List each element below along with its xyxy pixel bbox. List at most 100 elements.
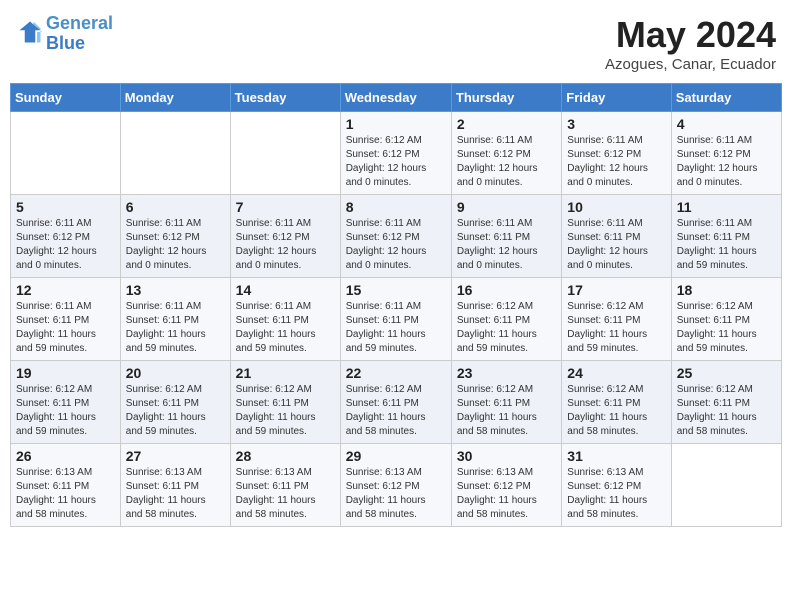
week-row-0: 1Sunrise: 6:12 AM Sunset: 6:12 PM Daylig… bbox=[11, 112, 782, 195]
day-number: 28 bbox=[236, 448, 335, 464]
day-number: 16 bbox=[457, 282, 556, 298]
day-info: Sunrise: 6:12 AM Sunset: 6:11 PM Dayligh… bbox=[677, 383, 776, 439]
calendar-cell: 31Sunrise: 6:13 AM Sunset: 6:12 PM Dayli… bbox=[562, 444, 671, 527]
day-number: 13 bbox=[126, 282, 225, 298]
day-info: Sunrise: 6:11 AM Sunset: 6:11 PM Dayligh… bbox=[677, 217, 776, 273]
weekday-sunday: Sunday bbox=[11, 84, 121, 112]
weekday-wednesday: Wednesday bbox=[340, 84, 451, 112]
location: Azogues, Canar, Ecuador bbox=[605, 56, 776, 73]
calendar-cell: 21 Sunrise: 6:12 AM Sunset: 6:11 PM Dayli… bbox=[230, 361, 340, 444]
day-info: Sunrise: 6:12 AM Sunset: 6:11 PM Dayligh… bbox=[126, 383, 225, 439]
day-info: Sunrise: 6:11 AM Sunset: 6:11 PM Dayligh… bbox=[236, 300, 335, 356]
day-info: Sunrise: 6:12 AM Sunset: 6:11 PM Dayligh… bbox=[457, 300, 556, 356]
weekday-saturday: Saturday bbox=[671, 84, 781, 112]
day-info: Sunrise: 6:11 AM Sunset: 6:12 PM Dayligh… bbox=[457, 134, 556, 190]
calendar-cell: 12 Sunrise: 6:11 AM Sunset: 6:11 PM Dayli… bbox=[11, 278, 121, 361]
calendar-table: SundayMondayTuesdayWednesdayThursdayFrid… bbox=[10, 83, 782, 527]
day-number: 5 bbox=[16, 199, 115, 215]
calendar-cell: 3 Sunrise: 6:11 AM Sunset: 6:12 PM Daylig… bbox=[562, 112, 671, 195]
calendar-cell: 28 Sunrise: 6:13 AM Sunset: 6:11 PM Dayli… bbox=[230, 444, 340, 527]
calendar-cell bbox=[120, 112, 230, 195]
day-info: Sunrise: 6:11 AM Sunset: 6:11 PM Dayligh… bbox=[457, 217, 556, 273]
day-number: 24 bbox=[567, 365, 665, 381]
calendar-cell: 26 Sunrise: 6:13 AM Sunset: 6:11 PM Dayli… bbox=[11, 444, 121, 527]
day-number: 20 bbox=[126, 365, 225, 381]
calendar-cell: 13 Sunrise: 6:11 AM Sunset: 6:11 PM Dayli… bbox=[120, 278, 230, 361]
calendar-cell: 17 Sunrise: 6:12 AM Sunset: 6:11 PM Dayli… bbox=[562, 278, 671, 361]
logo-text: GeneralBlue bbox=[46, 14, 113, 54]
day-info: Sunrise: 6:13 AM Sunset: 6:12 PM Dayligh… bbox=[567, 466, 665, 522]
logo: GeneralBlue bbox=[16, 14, 113, 54]
day-number: 19 bbox=[16, 365, 115, 381]
day-info: Sunrise: 6:11 AM Sunset: 6:11 PM Dayligh… bbox=[567, 217, 665, 273]
day-number: 21 bbox=[236, 365, 335, 381]
weekday-friday: Friday bbox=[562, 84, 671, 112]
logo-icon bbox=[16, 18, 44, 46]
day-info: Sunrise: 6:12 AM Sunset: 6:11 PM Dayligh… bbox=[677, 300, 776, 356]
calendar-cell: 9 Sunrise: 6:11 AM Sunset: 6:11 PM Daylig… bbox=[451, 195, 561, 278]
day-info: Sunrise: 6:11 AM Sunset: 6:12 PM Dayligh… bbox=[126, 217, 225, 273]
calendar-cell: 27 Sunrise: 6:13 AM Sunset: 6:11 PM Dayli… bbox=[120, 444, 230, 527]
day-info: Sunrise: 6:12 AM Sunset: 6:11 PM Dayligh… bbox=[567, 300, 665, 356]
calendar-cell: 15 Sunrise: 6:11 AM Sunset: 6:11 PM Dayli… bbox=[340, 278, 451, 361]
day-number: 26 bbox=[16, 448, 115, 464]
calendar-cell: 29 Sunrise: 6:13 AM Sunset: 6:12 PM Dayli… bbox=[340, 444, 451, 527]
day-number: 4 bbox=[677, 116, 776, 132]
day-info: Sunrise: 6:12 AM Sunset: 6:11 PM Dayligh… bbox=[567, 383, 665, 439]
day-info: Sunrise: 6:12 AM Sunset: 6:11 PM Dayligh… bbox=[457, 383, 556, 439]
day-info: Sunrise: 6:11 AM Sunset: 6:11 PM Dayligh… bbox=[16, 300, 115, 356]
day-info: Sunrise: 6:11 AM Sunset: 6:12 PM Dayligh… bbox=[346, 217, 446, 273]
calendar-cell: 18 Sunrise: 6:12 AM Sunset: 6:11 PM Dayli… bbox=[671, 278, 781, 361]
weekday-monday: Monday bbox=[120, 84, 230, 112]
day-info: Sunrise: 6:12 AM Sunset: 6:11 PM Dayligh… bbox=[236, 383, 335, 439]
calendar-cell: 24 Sunrise: 6:12 AM Sunset: 6:11 PM Dayli… bbox=[562, 361, 671, 444]
day-info: Sunrise: 6:13 AM Sunset: 6:11 PM Dayligh… bbox=[236, 466, 335, 522]
calendar-cell: 20 Sunrise: 6:12 AM Sunset: 6:11 PM Dayli… bbox=[120, 361, 230, 444]
calendar-cell bbox=[11, 112, 121, 195]
calendar-cell: 7Sunrise: 6:11 AM Sunset: 6:12 PM Daylig… bbox=[230, 195, 340, 278]
day-number: 2 bbox=[457, 116, 556, 132]
day-number: 9 bbox=[457, 199, 556, 215]
weekday-thursday: Thursday bbox=[451, 84, 561, 112]
calendar-cell: 16 Sunrise: 6:12 AM Sunset: 6:11 PM Dayli… bbox=[451, 278, 561, 361]
day-info: Sunrise: 6:13 AM Sunset: 6:12 PM Dayligh… bbox=[346, 466, 446, 522]
day-number: 15 bbox=[346, 282, 446, 298]
day-number: 1 bbox=[346, 116, 446, 132]
day-info: Sunrise: 6:11 AM Sunset: 6:12 PM Dayligh… bbox=[677, 134, 776, 190]
calendar-cell: 14 Sunrise: 6:11 AM Sunset: 6:11 PM Dayli… bbox=[230, 278, 340, 361]
day-number: 8 bbox=[346, 199, 446, 215]
day-info: Sunrise: 6:12 AM Sunset: 6:11 PM Dayligh… bbox=[16, 383, 115, 439]
day-info: Sunrise: 6:11 AM Sunset: 6:12 PM Dayligh… bbox=[567, 134, 665, 190]
month-title: May 2024 bbox=[605, 14, 776, 56]
calendar-cell: 2 Sunrise: 6:11 AM Sunset: 6:12 PM Daylig… bbox=[451, 112, 561, 195]
day-number: 18 bbox=[677, 282, 776, 298]
day-info: Sunrise: 6:13 AM Sunset: 6:12 PM Dayligh… bbox=[457, 466, 556, 522]
day-info: Sunrise: 6:11 AM Sunset: 6:11 PM Dayligh… bbox=[346, 300, 446, 356]
week-row-3: 19 Sunrise: 6:12 AM Sunset: 6:11 PM Dayli… bbox=[11, 361, 782, 444]
day-info: Sunrise: 6:11 AM Sunset: 6:12 PM Dayligh… bbox=[16, 217, 115, 273]
weekday-header-row: SundayMondayTuesdayWednesdayThursdayFrid… bbox=[11, 84, 782, 112]
day-info: Sunrise: 6:11 AM Sunset: 6:11 PM Dayligh… bbox=[126, 300, 225, 356]
day-info: Sunrise: 6:11 AM Sunset: 6:12 PM Dayligh… bbox=[236, 217, 335, 273]
day-info: Sunrise: 6:13 AM Sunset: 6:11 PM Dayligh… bbox=[126, 466, 225, 522]
day-number: 12 bbox=[16, 282, 115, 298]
day-number: 22 bbox=[346, 365, 446, 381]
day-info: Sunrise: 6:13 AM Sunset: 6:11 PM Dayligh… bbox=[16, 466, 115, 522]
calendar-cell: 25Sunrise: 6:12 AM Sunset: 6:11 PM Dayli… bbox=[671, 361, 781, 444]
day-number: 30 bbox=[457, 448, 556, 464]
day-info: Sunrise: 6:12 AM Sunset: 6:11 PM Dayligh… bbox=[346, 383, 446, 439]
day-number: 14 bbox=[236, 282, 335, 298]
calendar-cell: 10Sunrise: 6:11 AM Sunset: 6:11 PM Dayli… bbox=[562, 195, 671, 278]
day-number: 27 bbox=[126, 448, 225, 464]
weekday-tuesday: Tuesday bbox=[230, 84, 340, 112]
calendar-cell bbox=[230, 112, 340, 195]
day-number: 29 bbox=[346, 448, 446, 464]
calendar-cell: 4 Sunrise: 6:11 AM Sunset: 6:12 PM Daylig… bbox=[671, 112, 781, 195]
week-row-2: 12 Sunrise: 6:11 AM Sunset: 6:11 PM Dayli… bbox=[11, 278, 782, 361]
day-number: 11 bbox=[677, 199, 776, 215]
day-number: 3 bbox=[567, 116, 665, 132]
header: GeneralBlue May 2024 Azogues, Canar, Ecu… bbox=[10, 10, 782, 77]
day-number: 17 bbox=[567, 282, 665, 298]
calendar-body: 1Sunrise: 6:12 AM Sunset: 6:12 PM Daylig… bbox=[11, 112, 782, 527]
day-number: 23 bbox=[457, 365, 556, 381]
